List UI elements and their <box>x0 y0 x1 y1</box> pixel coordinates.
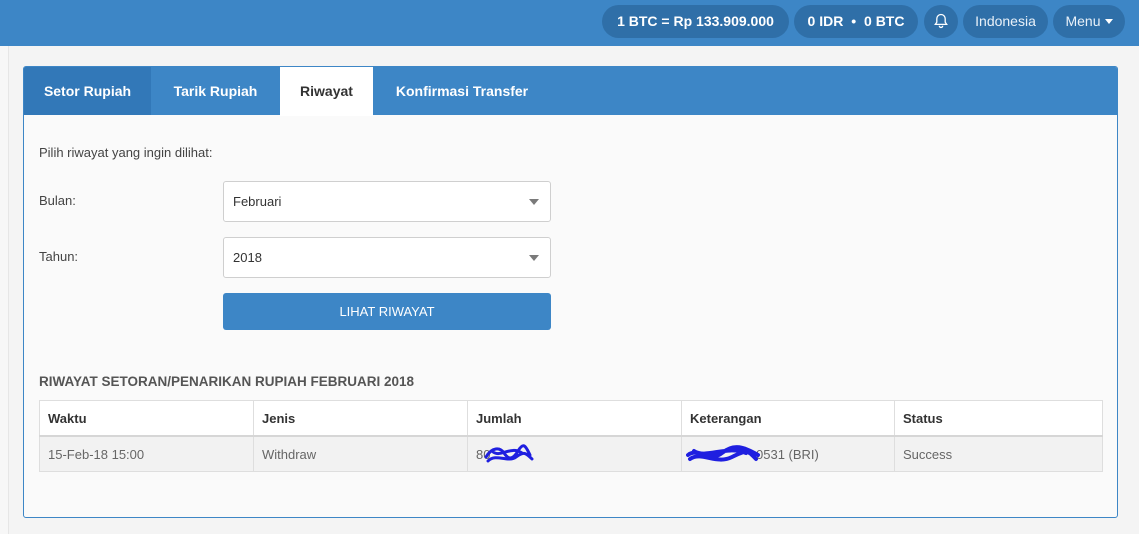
btc-rate-badge[interactable]: 1 BTC = Rp 133.909.000 <box>602 5 789 38</box>
column-header-jenis: Jenis <box>253 400 468 437</box>
cell-keterangan: 0531 (BRI) <box>681 435 895 472</box>
jumlah-wrap: 80 <box>476 443 534 462</box>
year-label: Tahun: <box>39 249 79 264</box>
month-label: Bulan: <box>39 193 76 208</box>
column-header-keterangan: Keterangan <box>681 400 895 437</box>
cell-jenis: Withdraw <box>253 435 468 472</box>
history-table: Waktu Jenis Jumlah Keterangan Status 15-… <box>39 400 1103 472</box>
history-title: RIWAYAT SETORAN/PENARIKAN RUPIAH FEBRUAR… <box>39 374 415 389</box>
table-header-row: Waktu Jenis Jumlah Keterangan Status <box>39 400 1103 437</box>
column-header-jumlah: Jumlah <box>467 400 682 437</box>
year-select-value: 2018 <box>233 250 262 265</box>
menu-button[interactable]: Menu <box>1053 5 1125 38</box>
keterangan-value: 0531 (BRI) <box>756 446 819 462</box>
view-history-button[interactable]: LIHAT RIWAYAT <box>223 293 551 330</box>
menu-label: Menu <box>1065 13 1101 29</box>
month-select-value: Februari <box>233 194 282 209</box>
tab-konfirmasi-transfer[interactable]: Konfirmasi Transfer <box>380 67 544 115</box>
sidebar-edge <box>0 46 9 534</box>
top-navbar: 1 BTC = Rp 133.909.000 0 IDR • 0 BTC Ind… <box>0 0 1139 46</box>
balance-idr: 0 IDR <box>807 13 844 29</box>
table-row: 15-Feb-18 15:00 Withdraw 80 0531 (BRI) S… <box>39 435 1103 472</box>
column-header-waktu: Waktu <box>39 400 254 437</box>
bell-icon <box>934 13 948 29</box>
rupiah-panel: Setor Rupiah Tarik Rupiah Riwayat Konfir… <box>23 66 1118 518</box>
caret-down-icon <box>529 255 539 261</box>
notifications-button[interactable] <box>924 5 958 38</box>
cell-jumlah: 80 <box>467 435 682 472</box>
tab-setor-rupiah[interactable]: Setor Rupiah <box>24 67 151 115</box>
keterangan-wrap: 0531 (BRI) <box>686 444 819 462</box>
cell-status: Success <box>894 435 1103 472</box>
balance-separator: • <box>851 13 857 29</box>
caret-down-icon <box>529 199 539 205</box>
year-select[interactable]: 2018 <box>223 237 551 278</box>
language-selector[interactable]: Indonesia <box>963 5 1048 38</box>
balance-badge[interactable]: 0 IDR • 0 BTC <box>794 5 918 38</box>
tab-riwayat[interactable]: Riwayat <box>280 67 373 116</box>
cell-waktu: 15-Feb-18 15:00 <box>39 435 254 472</box>
jumlah-value: 80 <box>476 446 491 462</box>
form-intro: Pilih riwayat yang ingin dilihat: <box>39 145 213 160</box>
month-select[interactable]: Februari <box>223 181 551 222</box>
caret-down-icon <box>1104 19 1113 24</box>
balance-btc: 0 BTC <box>864 13 905 29</box>
tab-tarik-rupiah[interactable]: Tarik Rupiah <box>151 67 280 115</box>
redaction-scribble <box>686 444 760 462</box>
tab-bar: Setor Rupiah Tarik Rupiah Riwayat Konfir… <box>24 67 1117 116</box>
column-header-status: Status <box>894 400 1103 437</box>
